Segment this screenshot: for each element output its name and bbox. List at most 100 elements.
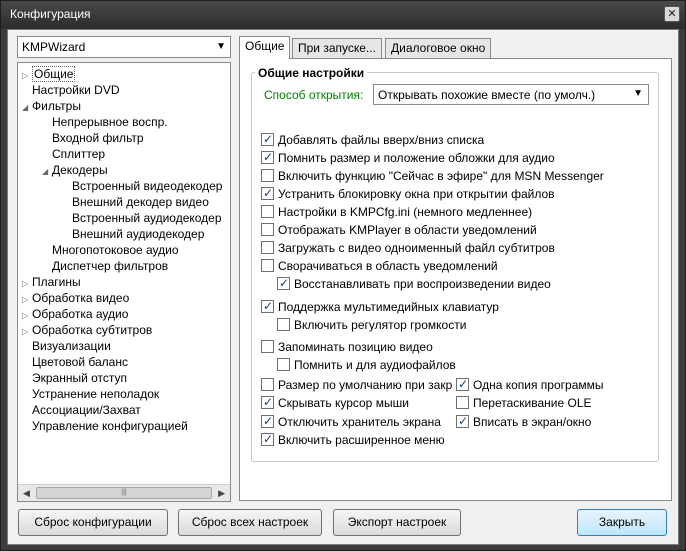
checkbox-empty-icon[interactable]: [261, 223, 274, 236]
tree-item[interactable]: ▷ Обработка субтитров: [22, 322, 152, 338]
config-window: Конфигурация ✕ KMPWizard ▼ ▷ Общие Настрой…: [0, 0, 686, 551]
checkbox-empty-icon[interactable]: [456, 396, 469, 409]
checkbox-empty-icon[interactable]: [261, 205, 274, 218]
checkbox-checked-icon[interactable]: [261, 394, 274, 410]
option-checkbox[interactable]: Запоминать позицию видео: [261, 339, 433, 355]
option-checkbox[interactable]: Включить регулятор громкости: [277, 317, 466, 333]
option-label: Настройки в KMPCfg.ini (немного медленне…: [278, 205, 533, 219]
tree-item[interactable]: Диспетчер фильтров: [42, 258, 168, 274]
option-label: Восстанавливать при воспроизведении виде…: [294, 277, 551, 291]
checkbox-checked-icon[interactable]: [277, 275, 290, 291]
tree-item[interactable]: ▷ Общие: [22, 66, 76, 82]
option-checkbox[interactable]: Поддержка мультимедийных клавиатур: [261, 298, 499, 315]
option-checkbox[interactable]: Отключить хранитель экрана: [261, 413, 441, 430]
tree-item-label: Сплиттер: [52, 147, 106, 161]
option-checkbox[interactable]: Перетаскивание OLE: [456, 395, 592, 411]
checkbox-checked-icon[interactable]: [261, 131, 274, 147]
tree-item[interactable]: Сплиттер: [42, 146, 105, 162]
checkbox-checked-icon[interactable]: [261, 298, 274, 314]
option-label: Отображать KMPlayer в области уведомлени…: [278, 223, 537, 237]
checkbox-checked-icon[interactable]: [261, 149, 274, 165]
tree-item[interactable]: Устранение неполадок: [22, 386, 159, 402]
option-checkbox[interactable]: Вписать в экран/окно: [456, 413, 591, 430]
tree-item-label: Диспетчер фильтров: [52, 259, 169, 273]
close-button[interactable]: Закрыть: [577, 509, 667, 536]
checkbox-empty-icon[interactable]: [261, 340, 274, 353]
option-checkbox[interactable]: Сворачиваться в область уведомлений: [261, 258, 498, 274]
tree-item-label: Входной фильтр: [52, 131, 144, 145]
option-checkbox[interactable]: Размер по умолчанию при закр: [261, 377, 453, 393]
checkbox-empty-icon[interactable]: [261, 259, 274, 272]
tree-item[interactable]: Управление конфигурацией: [22, 418, 188, 434]
checkbox-empty-icon[interactable]: [261, 169, 274, 182]
tree-item-label: Фильтры: [32, 99, 81, 113]
option-checkbox[interactable]: Настройки в KMPCfg.ini (немного медленне…: [261, 204, 532, 220]
tree-item-label: Ассоциации/Захват: [32, 403, 141, 417]
checkbox-empty-icon[interactable]: [261, 241, 274, 254]
tree-item[interactable]: Цветовой баланс: [22, 354, 128, 370]
checkbox-empty-icon[interactable]: [277, 358, 290, 371]
open-mode-label: Способ открытия:: [264, 88, 364, 102]
tree-item[interactable]: Многопотоковое аудио: [42, 242, 179, 258]
tree-item-label: Обработка видео: [32, 291, 130, 305]
tree-item[interactable]: Входной фильтр: [42, 130, 144, 146]
tree-item[interactable]: Ассоциации/Захват: [22, 402, 141, 418]
tree-item[interactable]: ◢ Фильтры: [22, 98, 81, 114]
collapse-arrow-icon[interactable]: ◢: [42, 164, 52, 180]
checkbox-checked-icon[interactable]: [261, 413, 274, 429]
option-label: Устранить блокировку окна при открытии ф…: [278, 187, 555, 201]
checkbox-checked-icon[interactable]: [456, 413, 469, 429]
close-window-icon[interactable]: ✕: [664, 6, 680, 22]
tree-item[interactable]: Встроенный аудиодекодер: [62, 210, 222, 226]
tree-horizontal-scrollbar[interactable]: ◀ ||| ▶: [18, 484, 230, 501]
tree-item[interactable]: ▷ Плагины: [22, 274, 81, 290]
scroll-left-icon[interactable]: ◀: [23, 488, 30, 499]
tree-item-label: Внешний аудиодекодер: [72, 227, 205, 241]
profile-select[interactable]: KMPWizard ▼: [17, 36, 231, 58]
option-checkbox[interactable]: Устранить блокировку окна при открытии ф…: [261, 185, 555, 202]
tab-2[interactable]: Диалоговое окно: [385, 38, 492, 58]
tree-item[interactable]: Встроенный видеодекодер: [62, 178, 222, 194]
option-label: Включить расширенное меню: [278, 433, 445, 447]
option-checkbox[interactable]: Включить расширенное меню: [261, 431, 445, 448]
tree-item[interactable]: Внешний декодер видео: [62, 194, 209, 210]
scrollbar-thumb[interactable]: |||: [36, 487, 212, 499]
checkbox-empty-icon[interactable]: [261, 378, 274, 391]
title-bar[interactable]: Конфигурация ✕: [1, 1, 685, 29]
option-checkbox[interactable]: Загружать с видео одноименный файл субти…: [261, 240, 555, 256]
tree-item[interactable]: Визуализации: [22, 338, 111, 354]
checkbox-checked-icon[interactable]: [456, 376, 469, 392]
option-checkbox[interactable]: Одна копия программы: [456, 376, 604, 393]
reset-all-button[interactable]: Сброс всех настроек: [178, 509, 322, 536]
tree-item[interactable]: ▷ Обработка видео: [22, 290, 129, 306]
chevron-down-icon: ▼: [633, 88, 643, 99]
checkbox-checked-icon[interactable]: [261, 185, 274, 201]
tab-0[interactable]: Общие: [239, 36, 291, 59]
option-checkbox[interactable]: Помнить размер и положение обложки для а…: [261, 149, 555, 166]
tree-item-label: Устранение неполадок: [32, 387, 160, 401]
dialog-client: KMPWizard ▼ ▷ Общие Настройки DVD ◢ Фильтры Н…: [7, 29, 679, 545]
option-checkbox[interactable]: Добавлять файлы вверх/вниз списка: [261, 131, 484, 148]
tree-item-label: Визуализации: [32, 339, 111, 353]
tree-item[interactable]: Настройки DVD: [22, 82, 120, 98]
tree-item[interactable]: ◢ Декодеры: [42, 162, 108, 178]
tree-item[interactable]: Непрерывное воспр.: [42, 114, 168, 130]
option-checkbox[interactable]: Скрывать курсор мыши: [261, 394, 409, 411]
reset-config-button[interactable]: Сброс конфигурации: [18, 509, 168, 536]
collapse-arrow-icon[interactable]: ◢: [22, 100, 32, 116]
tree-item[interactable]: ▷ Обработка аудио: [22, 306, 128, 322]
option-checkbox[interactable]: Восстанавливать при воспроизведении виде…: [277, 275, 551, 292]
option-label: Одна копия программы: [473, 378, 604, 392]
option-checkbox[interactable]: Помнить и для аудиофайлов: [277, 357, 456, 373]
option-checkbox[interactable]: Отображать KMPlayer в области уведомлени…: [261, 222, 537, 238]
checkbox-checked-icon[interactable]: [261, 431, 274, 447]
open-mode-select[interactable]: Открывать похожие вместе (по умолч.) ▼: [373, 84, 649, 105]
tab-1[interactable]: При запуске...: [292, 38, 382, 58]
tree-item-label: Обработка субтитров: [32, 323, 153, 337]
tree-item[interactable]: Экранный отступ: [22, 370, 127, 386]
scroll-right-icon[interactable]: ▶: [218, 488, 225, 499]
export-settings-button[interactable]: Экспорт настроек: [333, 509, 461, 536]
tree-item[interactable]: Внешний аудиодекодер: [62, 226, 204, 242]
option-checkbox[interactable]: Включить функцию "Сейчас в эфире" для MS…: [261, 168, 604, 184]
checkbox-empty-icon[interactable]: [277, 318, 290, 331]
